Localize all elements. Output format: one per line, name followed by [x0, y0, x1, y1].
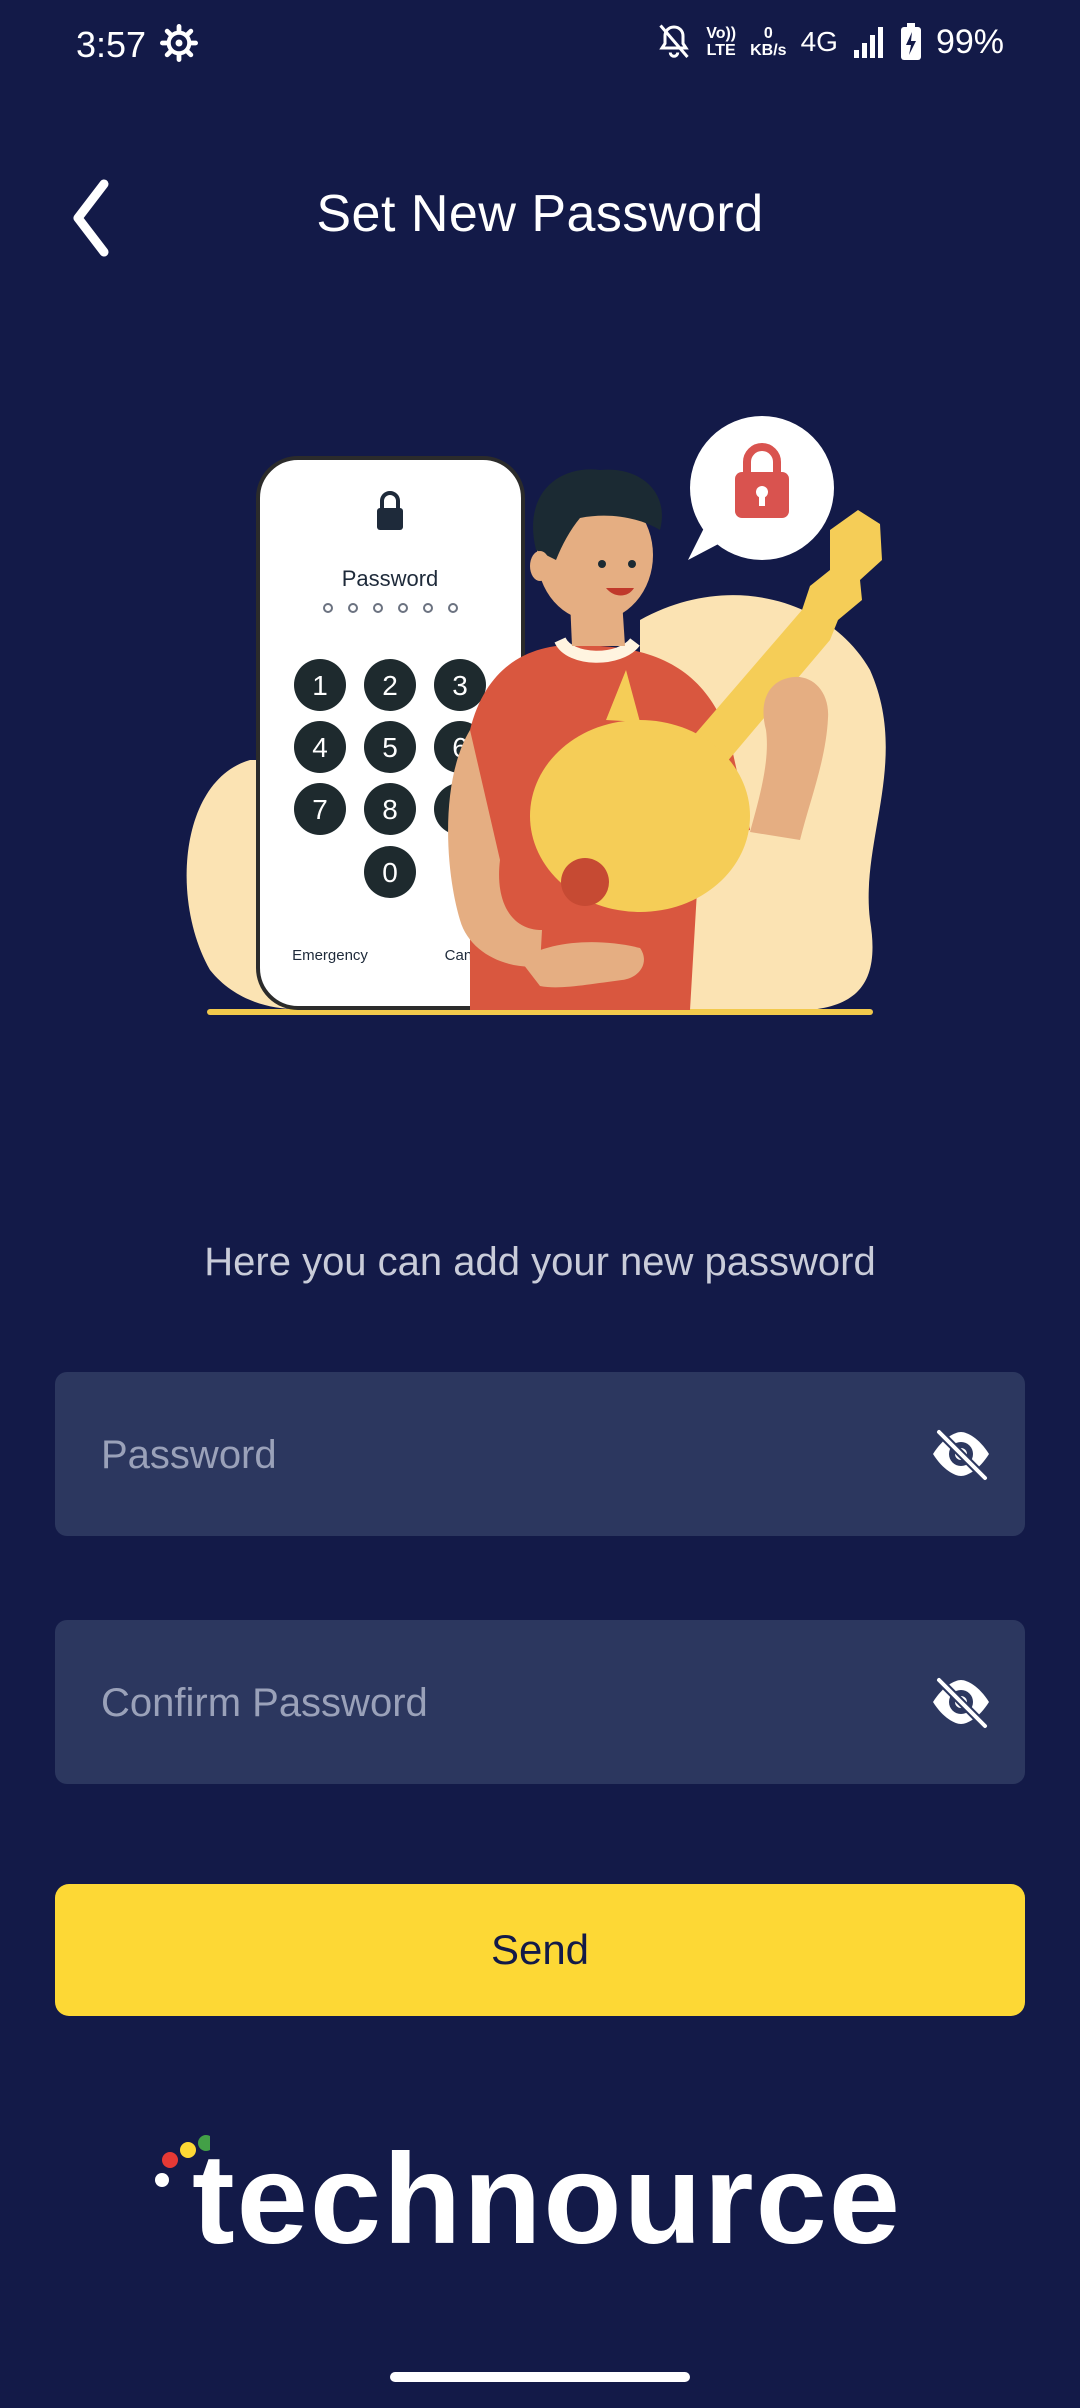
network-type: 4G — [800, 26, 838, 57]
key-1: 1 — [312, 670, 328, 701]
password-field[interactable] — [55, 1372, 1025, 1538]
page-title: Set New Password — [316, 185, 764, 243]
password-illustration: Password 1 2 3 4 5 6 7 8 9 0 Emergency C… — [186, 416, 886, 1015]
key-3: 3 — [452, 670, 468, 701]
key-4: 4 — [312, 732, 328, 763]
phone-emergency: Emergency — [292, 947, 368, 964]
key-2: 2 — [382, 670, 398, 701]
eye-off-icon — [933, 1677, 989, 1729]
eye-off-icon — [933, 1429, 989, 1481]
logo-text: technource — [192, 2128, 902, 2271]
home-indicator[interactable] — [390, 2372, 690, 2382]
technource-logo: technource — [150, 2128, 930, 2271]
key-5: 5 — [382, 732, 398, 763]
confirm-password-input[interactable] — [99, 1620, 923, 1786]
confirm-password-visibility-toggle[interactable] — [929, 1670, 993, 1734]
status-bar: 3:57 Vo)) LTE 0 KB/s 4G 99% — [0, 0, 1080, 90]
password-visibility-toggle[interactable] — [929, 1422, 993, 1486]
lock-speech-bubble — [688, 416, 834, 560]
person-ear — [530, 551, 550, 581]
key-8: 8 — [382, 794, 398, 825]
confirm-password-field[interactable] — [55, 1620, 1025, 1786]
send-button[interactable]: Send — [55, 1884, 1025, 2016]
key-0: 0 — [382, 857, 398, 888]
password-input[interactable] — [99, 1372, 923, 1538]
status-icons: Vo)) LTE 0 KB/s 4G 99% — [656, 22, 1004, 62]
status-time: 3:57 — [76, 24, 147, 65]
phone-label: Password — [342, 566, 439, 591]
data-rate-indicator: 0 KB/s — [750, 25, 787, 59]
notifications-off-icon — [659, 24, 690, 58]
signal-icon — [853, 27, 883, 58]
settings-gear-icon — [160, 24, 198, 62]
battery-charging-icon — [900, 23, 921, 60]
volte-indicator: Vo)) LTE — [706, 25, 737, 59]
top-app-bar: Set New Password — [0, 150, 1080, 280]
form-subtitle: Here you can add your new password — [204, 1240, 876, 1284]
key-7: 7 — [312, 794, 328, 825]
battery-percent: 99% — [935, 22, 1004, 61]
